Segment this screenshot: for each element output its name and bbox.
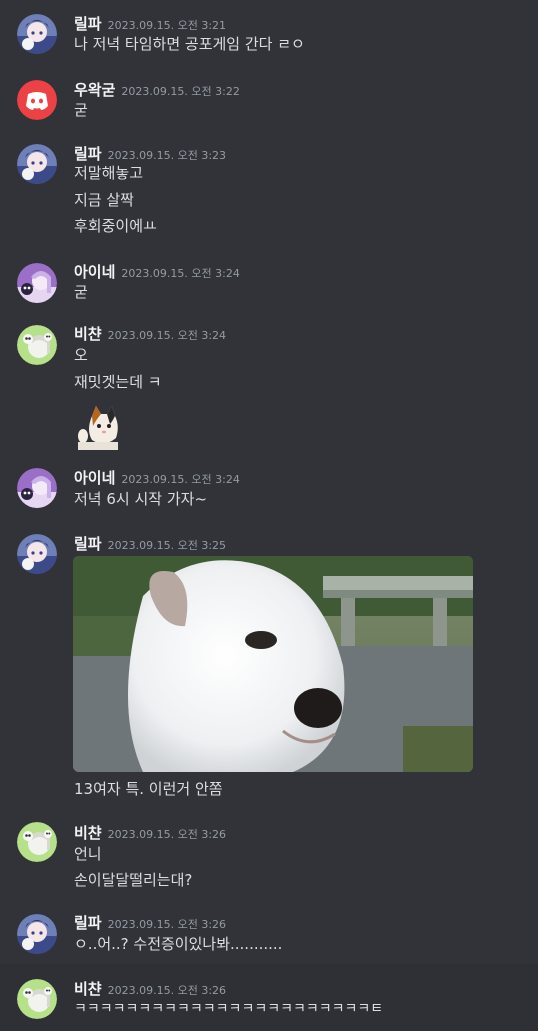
message-timestamp: 2023.09.15. 오전 3:26 <box>107 984 227 997</box>
message-text: ㅇ..어..? 수전증이있나봐........... <box>74 935 283 953</box>
message-text: 나 저녁 타임하면 공포게임 간다 ㄹㅇ <box>74 35 305 53</box>
author-name[interactable]: 비챤 <box>74 980 102 998</box>
author-name[interactable]: 비챤 <box>74 824 102 842</box>
user-avatar[interactable] <box>17 822 57 862</box>
cat-sticker-image[interactable] <box>74 402 124 450</box>
message-timestamp: 2023.09.15. 오전 3:24 <box>121 267 240 280</box>
message: 릴파 2023.09.15. 오전 3:25 13여자 특. 이런거 안쫌 <box>0 518 538 810</box>
author-name[interactable]: 릴파 <box>74 535 102 553</box>
author-name[interactable]: 릴파 <box>74 914 102 932</box>
message: 비챤 2023.09.15. 오전 3:26 ㅋㅋㅋㅋㅋㅋㅋㅋㅋㅋㅋㅋㅋㅋㅋㅋㅋㅋ… <box>0 964 538 1031</box>
message-timestamp: 2023.09.15. 오전 3:26 <box>107 918 227 931</box>
author-name[interactable]: 아이네 <box>74 263 115 281</box>
message: 우왁굳 2023.09.15. 오전 3:22 굳 <box>0 66 538 132</box>
message-text: 저녁 6시 시작 가자~ <box>74 490 208 508</box>
user-avatar[interactable] <box>17 144 57 184</box>
message-text: 13여자 특. 이런거 안쫌 <box>74 780 223 798</box>
message: 비챤 2023.09.15. 오전 3:24 오 재밋겟는데 ㅋ <box>0 314 538 456</box>
message: 릴파 2023.09.15. 오전 3:23 저말해놓고 지금 살짝 후회중이에ㅛ <box>0 132 538 252</box>
discord-logo-icon[interactable] <box>17 80 57 120</box>
user-avatar[interactable] <box>17 534 57 574</box>
message-text: 지금 살짝 <box>74 191 134 209</box>
message-text: 저말해놓고 <box>74 164 144 182</box>
message-timestamp: 2023.09.15. 오전 3:25 <box>107 539 227 552</box>
user-avatar[interactable] <box>17 979 57 1019</box>
author-name[interactable]: 릴파 <box>74 145 102 163</box>
message: 아이네 2023.09.15. 오전 3:24 굳 <box>0 252 538 314</box>
message-text: 언니 <box>74 845 102 863</box>
message-text: 재밋겟는데 ㅋ <box>74 373 162 391</box>
chat-message-list[interactable]: 릴파 2023.09.15. 오전 3:21 나 저녁 타임하면 공포게임 간다 … <box>0 0 538 1031</box>
author-name[interactable]: 비챤 <box>74 325 102 343</box>
message-timestamp: 2023.09.15. 오전 3:26 <box>107 828 227 841</box>
message-text: 손이달달떨리는대? <box>74 871 193 889</box>
message-text: 굳 <box>74 283 88 301</box>
message: 릴파 2023.09.15. 오전 3:26 ㅇ..어..? 수전증이있나봐...… <box>0 904 538 964</box>
message-text: 굳 <box>74 101 88 119</box>
message-timestamp: 2023.09.15. 오전 3:22 <box>121 85 240 98</box>
author-name[interactable]: 아이네 <box>74 469 115 487</box>
message: 릴파 2023.09.15. 오전 3:21 나 저녁 타임하면 공포게임 간다 … <box>0 0 538 66</box>
message-timestamp: 2023.09.15. 오전 3:24 <box>121 473 240 486</box>
user-avatar[interactable] <box>17 468 57 508</box>
message-timestamp: 2023.09.15. 오전 3:23 <box>107 149 227 162</box>
user-avatar[interactable] <box>17 914 57 954</box>
author-name[interactable]: 릴파 <box>74 15 102 33</box>
message-text: 오 <box>74 346 88 364</box>
message-timestamp: 2023.09.15. 오전 3:21 <box>107 19 227 32</box>
message-text: ㅋㅋㅋㅋㅋㅋㅋㅋㅋㅋㅋㅋㅋㅋㅋㅋㅋㅋㅋㅋㅋㅋㅋㅌ <box>74 1001 384 1017</box>
puppy-gif[interactable] <box>73 556 473 772</box>
message-text: 후회중이에ㅛ <box>74 217 157 235</box>
message: 비챤 2023.09.15. 오전 3:26 언니 손이달달떨리는대? <box>0 810 538 904</box>
message: 아이네 2023.09.15. 오전 3:24 저녁 6시 시작 가자~ <box>0 456 538 518</box>
user-avatar[interactable] <box>17 263 57 303</box>
user-avatar[interactable] <box>17 325 57 365</box>
message-timestamp: 2023.09.15. 오전 3:24 <box>107 329 227 342</box>
author-name[interactable]: 우왁굳 <box>74 81 115 99</box>
user-avatar[interactable] <box>17 14 57 54</box>
